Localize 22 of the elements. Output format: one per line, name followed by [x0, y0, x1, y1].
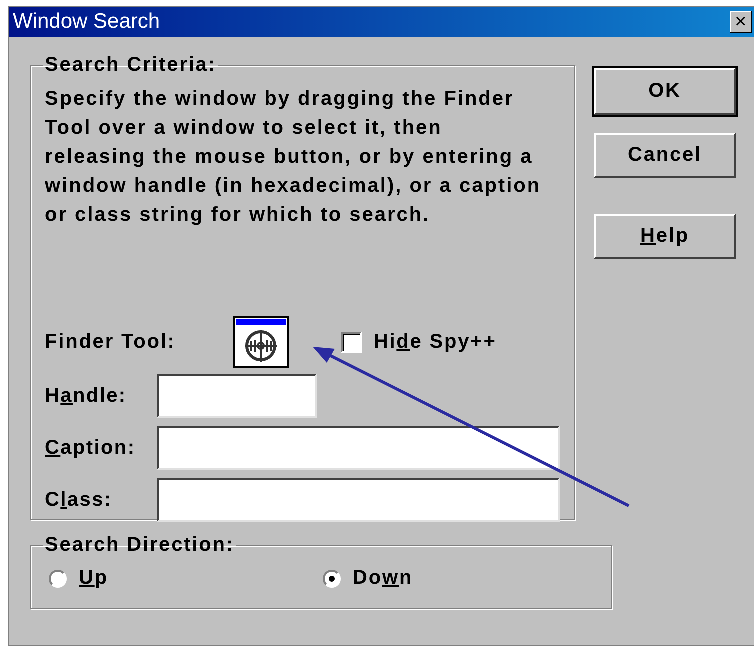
crosshair-window-icon[interactable]: [232, 316, 289, 368]
text-field[interactable]: [157, 426, 560, 470]
dialog-button[interactable]: OK: [594, 68, 736, 115]
dialog-button[interactable]: Help: [594, 214, 736, 259]
checkbox[interactable]: [340, 332, 362, 352]
text-field[interactable]: [157, 374, 317, 418]
radio-button[interactable]: [323, 570, 341, 588]
group-title: Search Criteria:: [44, 54, 218, 77]
radio-button[interactable]: [49, 570, 67, 588]
field-label: Class:: [45, 488, 114, 512]
checkbox-label: Hide Spy++: [374, 330, 497, 354]
instructions-text: Specify the window by dragging the Finder Tool over a window to select it, then releasing the mouse button, or by entering a window handle (in hexadecimal), or a caption or class string for which to search.: [45, 87, 542, 228]
field-label: Caption:: [45, 436, 137, 460]
field-label: Handle:: [45, 384, 128, 408]
finder-tool-label: Finder Tool:: [45, 330, 176, 354]
text-field[interactable]: [157, 478, 560, 522]
window-title: Window Search: [13, 10, 160, 34]
dialog-button[interactable]: Cancel: [594, 133, 736, 178]
radio-label: Up: [79, 567, 108, 590]
group-title: Search Direction:: [44, 534, 236, 557]
radio-label: Down: [353, 567, 414, 590]
close-button[interactable]: ×: [730, 11, 752, 33]
